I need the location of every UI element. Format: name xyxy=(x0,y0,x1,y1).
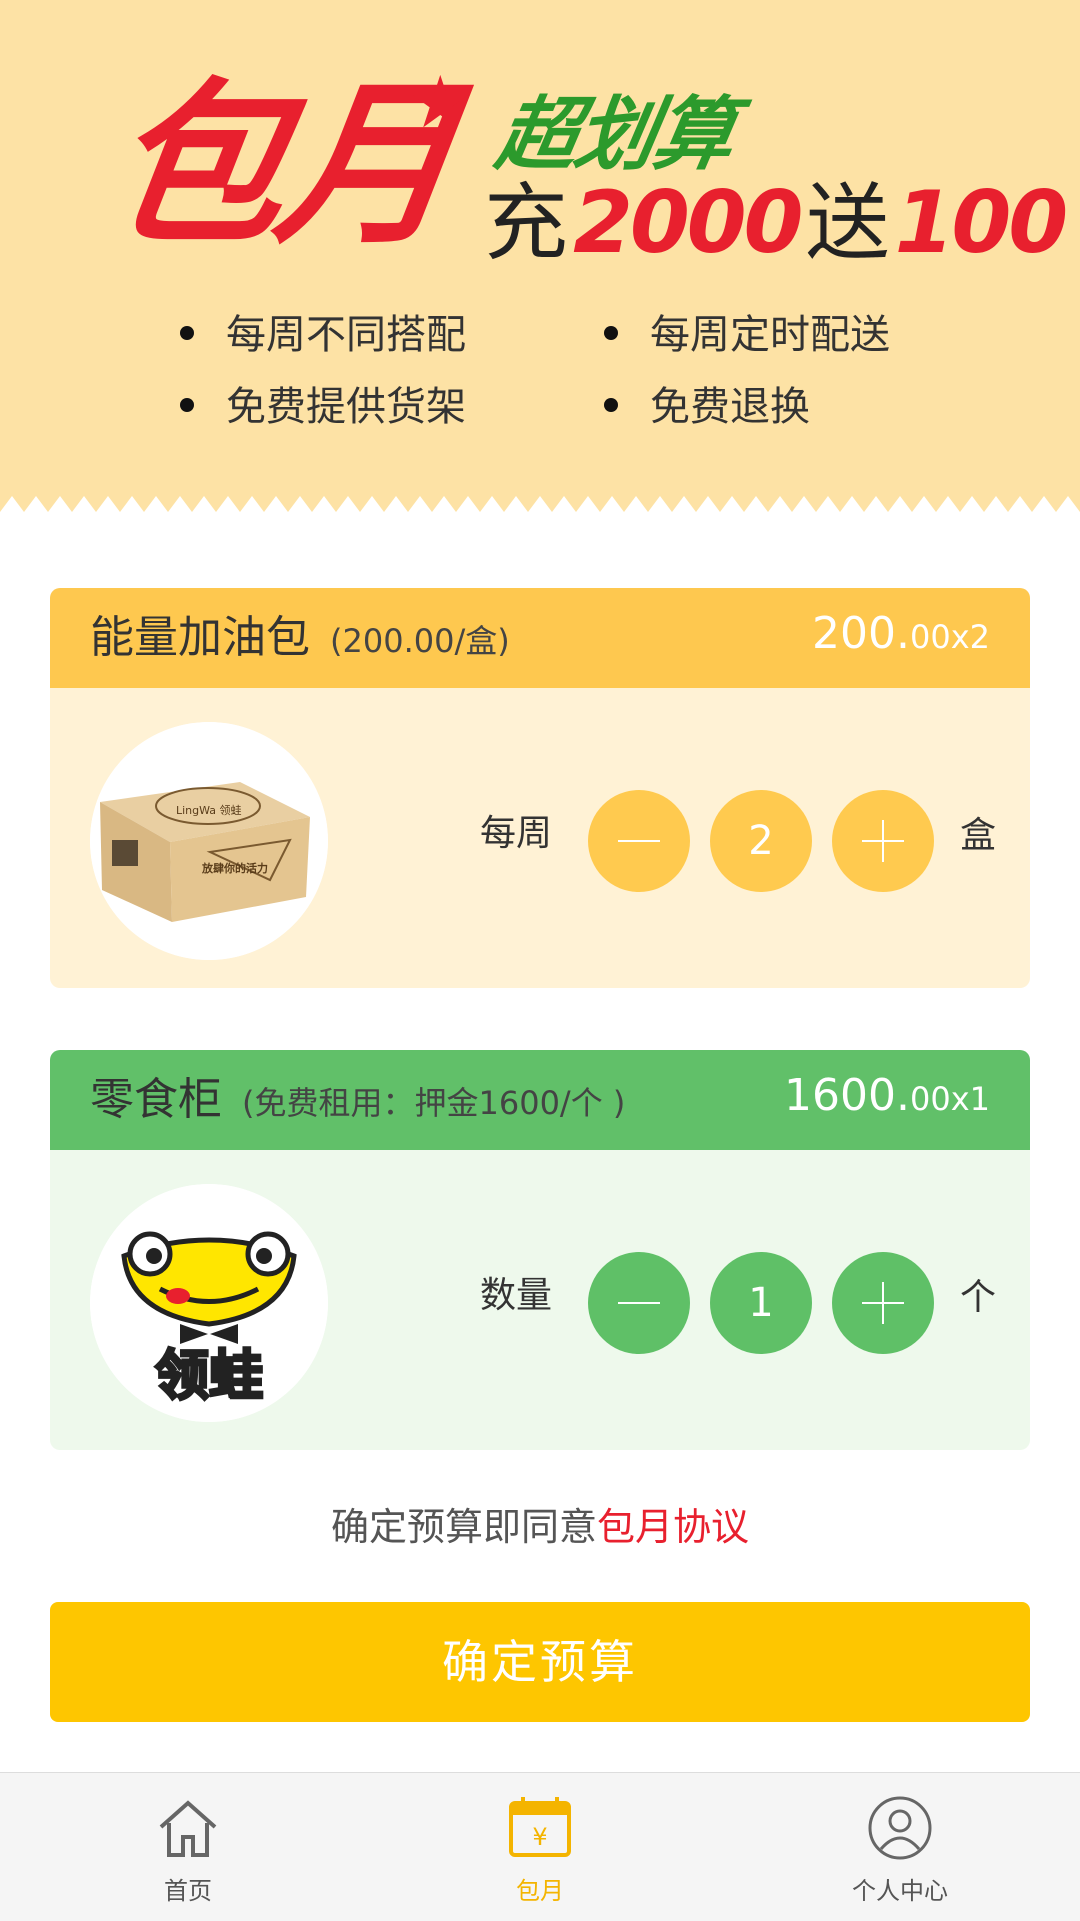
feature-item: 每周不同搭配 xyxy=(180,315,466,355)
promo-charge-amount: 2000 xyxy=(573,173,803,273)
product-card-snack-cabinet: 零食柜 (免费租用：押金1600/个 ) 1600.00x1 领蛙 数量 1 个 xyxy=(50,1050,1030,1450)
feature-item: 每周定时配送 xyxy=(604,315,890,355)
increase-button[interactable] xyxy=(832,790,934,892)
tab-profile[interactable]: 个人中心 xyxy=(800,1773,1000,1921)
promo-middle: 送 xyxy=(805,174,890,272)
promo-line: 充 2000 送 100 xyxy=(484,180,1068,266)
feature-item: 免费提供货架 xyxy=(180,387,466,427)
agreement-link[interactable]: 包月协议 xyxy=(597,1505,749,1549)
bullet-icon xyxy=(180,326,194,340)
card-body: LingWa 领蛙 放肆你的活力 每周 2 盒 xyxy=(50,688,1030,988)
plus-icon xyxy=(862,1282,904,1324)
bullet-icon xyxy=(180,398,194,412)
calendar-yen-icon: ¥ xyxy=(509,1797,571,1857)
home-icon xyxy=(159,1800,217,1857)
feature-item: 免费退换 xyxy=(604,387,810,427)
product-total: 1600.00x1 xyxy=(784,1070,990,1121)
minus-icon xyxy=(618,840,660,842)
tab-home[interactable]: 首页 xyxy=(88,1773,288,1921)
svg-text:¥: ¥ xyxy=(532,1823,547,1851)
quantity-label: 每周 xyxy=(480,813,553,854)
decrease-button[interactable] xyxy=(588,790,690,892)
product-subtitle: (免费租用：押金1600/个 ) xyxy=(242,1084,626,1122)
product-name: 能量加油包 xyxy=(90,612,310,663)
card-header: 能量加油包 (200.00/盒) 200.00x2 xyxy=(50,588,1030,688)
tab-monthly[interactable]: ¥ 包月 xyxy=(440,1773,640,1921)
card-body: 领蛙 数量 1 个 xyxy=(50,1150,1030,1450)
card-header: 零食柜 (免费租用：押金1600/个 ) 1600.00x1 xyxy=(50,1050,1030,1150)
agreement-text: 确定预算即同意包月协议 xyxy=(330,1505,750,1549)
plus-icon xyxy=(862,820,904,862)
promo-bonus-amount: 100 xyxy=(894,173,1069,273)
increase-button[interactable] xyxy=(832,1252,934,1354)
snack-box-image: LingWa 领蛙 放肆你的活力 xyxy=(90,722,328,960)
quantity-value[interactable]: 2 xyxy=(710,790,812,892)
star-icon: ★ xyxy=(408,60,473,144)
user-icon xyxy=(868,1796,932,1860)
bottom-tab-bar: 首页 ¥ 包月 个人中心 xyxy=(0,1772,1080,1921)
product-title: 能量加油包 (200.00/盒) xyxy=(90,616,510,660)
zigzag-edge xyxy=(0,496,1080,522)
bullet-icon xyxy=(604,398,618,412)
unit-label: 个 xyxy=(960,1277,997,1318)
svg-text:放肆你的活力: 放肆你的活力 xyxy=(201,861,268,875)
product-subtitle: (200.00/盒) xyxy=(330,622,510,660)
product-card-energy-pack: 能量加油包 (200.00/盒) 200.00x2 LingWa 领蛙 放肆你的活… xyxy=(50,588,1030,988)
svg-text:LingWa 领蛙: LingWa 领蛙 xyxy=(176,804,242,817)
promo-prefix: 充 xyxy=(484,174,569,272)
quantity-label: 数量 xyxy=(480,1275,553,1316)
promo-banner: 包月 ★ 超划算 充 2000 送 100 每周不同搭配 每周定时配送 免费提供… xyxy=(0,0,1080,522)
tagline-text: 超划算 xyxy=(489,88,741,181)
quantity-value[interactable]: 1 xyxy=(710,1252,812,1354)
product-total: 200.00x2 xyxy=(812,608,990,659)
unit-label: 盒 xyxy=(960,815,997,856)
frog-logo-image: 领蛙 xyxy=(90,1184,328,1422)
confirm-budget-button[interactable]: 确定预算 xyxy=(50,1602,1030,1722)
bullet-icon xyxy=(604,326,618,340)
decrease-button[interactable] xyxy=(588,1252,690,1354)
product-name: 零食柜 xyxy=(90,1074,222,1125)
minus-icon xyxy=(618,1302,660,1304)
svg-text:领蛙: 领蛙 xyxy=(155,1344,263,1407)
product-title: 零食柜 (免费租用：押金1600/个 ) xyxy=(90,1078,625,1122)
